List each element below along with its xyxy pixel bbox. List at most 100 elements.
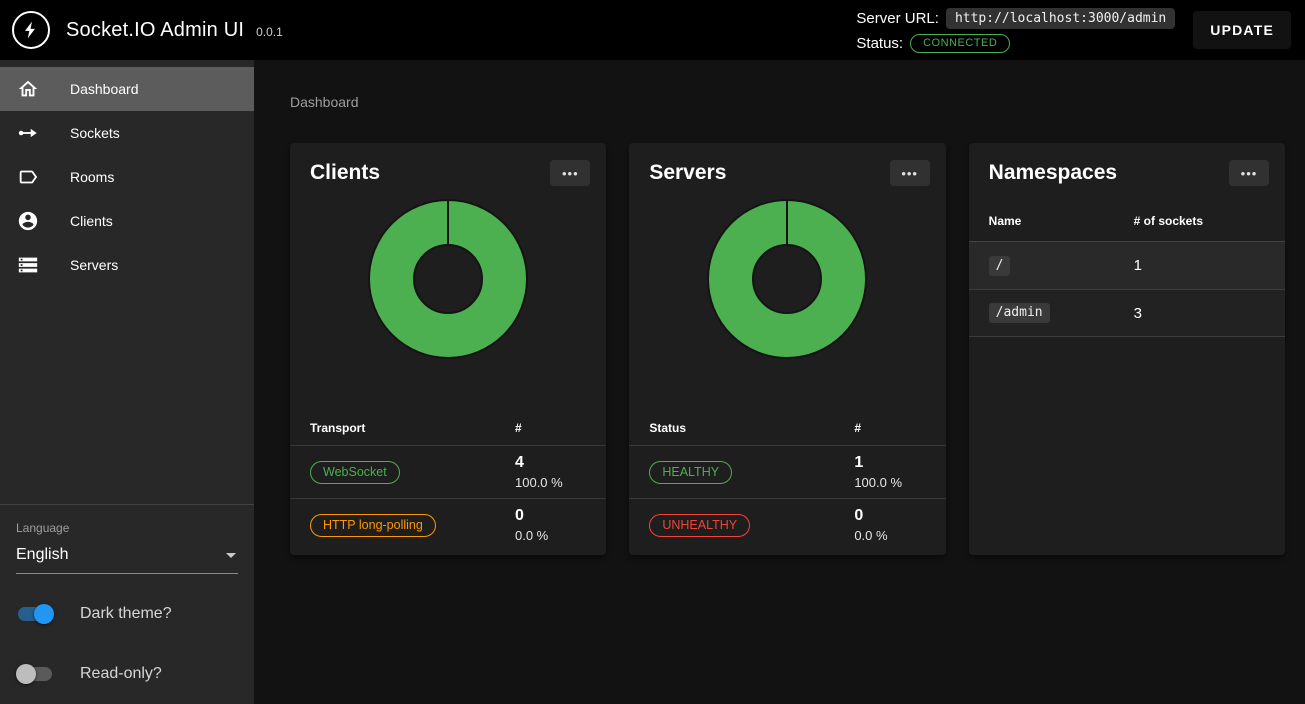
language-label: Language bbox=[16, 521, 238, 535]
servers-card-title: Servers bbox=[649, 161, 726, 185]
dark-theme-row: Dark theme? bbox=[16, 604, 238, 624]
breadcrumb: Dashboard bbox=[290, 94, 1285, 110]
clients-card-title: Clients bbox=[310, 161, 380, 185]
dashboard-cards: Clients ••• Transport # bbox=[290, 143, 1285, 555]
server-url-label: Server URL: bbox=[856, 10, 939, 27]
language-value: English bbox=[16, 546, 68, 564]
sockets-count: 3 bbox=[1134, 305, 1269, 322]
servers-card: Servers ••• Status # bbox=[629, 143, 945, 555]
namespace-chip: /admin bbox=[989, 303, 1050, 323]
donut-hole bbox=[752, 244, 822, 314]
clients-card-header: Clients ••• bbox=[290, 143, 606, 186]
column-header: Name bbox=[989, 214, 1134, 228]
more-horizontal-icon[interactable]: ••• bbox=[1229, 160, 1269, 186]
clients-donut-wrap bbox=[290, 199, 606, 359]
sockets-count: 1 bbox=[1134, 257, 1269, 274]
clients-table: Transport # WebSocket 4 100.0 % HTTP lon… bbox=[290, 413, 606, 555]
clients-table-header: Transport # bbox=[290, 413, 606, 445]
servers-card-header: Servers ••• bbox=[629, 143, 945, 186]
sidebar-item-sockets[interactable]: Sockets bbox=[0, 111, 254, 155]
table-row[interactable]: /admin 3 bbox=[969, 289, 1285, 337]
more-horizontal-icon[interactable]: ••• bbox=[890, 160, 930, 186]
read-only-row: Read-only? bbox=[16, 664, 238, 684]
sidebar-item-label: Rooms bbox=[70, 169, 114, 185]
namespaces-table-header: Name # of sockets bbox=[969, 204, 1285, 241]
toggle-thumb bbox=[34, 604, 54, 624]
table-row: HTTP long-polling 0 0.0 % bbox=[290, 498, 606, 551]
sidebar-item-label: Servers bbox=[70, 257, 118, 273]
column-header: Status bbox=[649, 421, 854, 435]
sidebar-item-label: Dashboard bbox=[70, 81, 139, 97]
count-value: 0 bbox=[515, 507, 590, 525]
healthy-badge: HEALTHY bbox=[649, 461, 732, 484]
websocket-badge: WebSocket bbox=[310, 461, 400, 484]
read-only-toggle[interactable] bbox=[16, 664, 54, 684]
arrow-right-icon bbox=[16, 121, 40, 145]
server-url-value: http://localhost:3000/admin bbox=[946, 8, 1175, 29]
socketio-logo-icon bbox=[12, 11, 50, 49]
dark-theme-label: Dark theme? bbox=[80, 605, 172, 623]
count-value: 4 bbox=[515, 454, 590, 472]
storage-icon bbox=[16, 253, 40, 277]
column-header: # bbox=[515, 421, 590, 435]
sidebar-item-servers[interactable]: Servers bbox=[0, 243, 254, 287]
tag-icon bbox=[16, 165, 40, 189]
http-long-polling-badge: HTTP long-polling bbox=[310, 514, 436, 537]
more-horizontal-icon[interactable]: ••• bbox=[550, 160, 590, 186]
namespaces-card: Namespaces ••• Name # of sockets / 1 bbox=[969, 143, 1285, 555]
percent-value: 100.0 % bbox=[515, 475, 590, 490]
namespaces-card-title: Namespaces bbox=[989, 161, 1117, 185]
status-label: Status: bbox=[856, 35, 903, 52]
percent-value: 0.0 % bbox=[854, 528, 929, 543]
status-badge: CONNECTED bbox=[910, 34, 1010, 53]
app-title: Socket.IO Admin UI bbox=[66, 19, 244, 42]
dark-theme-toggle[interactable] bbox=[16, 604, 54, 624]
table-row: UNHEALTHY 0 0.0 % bbox=[629, 498, 945, 551]
chevron-down-icon bbox=[226, 553, 236, 558]
unhealthy-badge: UNHEALTHY bbox=[649, 514, 750, 537]
sidebar-item-label: Sockets bbox=[70, 125, 120, 141]
namespaces-table: Name # of sockets / 1 /admin 3 bbox=[969, 204, 1285, 337]
socketio-admin-app: Socket.IO Admin UI 0.0.1 Server URL: htt… bbox=[0, 0, 1305, 704]
servers-donut-chart bbox=[707, 199, 867, 359]
language-select[interactable]: English bbox=[16, 539, 238, 574]
sidebar-item-dashboard[interactable]: Dashboard bbox=[0, 67, 254, 111]
sidebar-item-clients[interactable]: Clients bbox=[0, 199, 254, 243]
servers-table-header: Status # bbox=[629, 413, 945, 445]
read-only-label: Read-only? bbox=[80, 665, 162, 683]
count-value: 1 bbox=[854, 454, 929, 472]
column-header: # of sockets bbox=[1134, 214, 1269, 228]
column-header: Transport bbox=[310, 421, 515, 435]
table-row: HEALTHY 1 100.0 % bbox=[629, 445, 945, 498]
update-button[interactable]: UPDATE bbox=[1193, 11, 1291, 49]
servers-table: Status # HEALTHY 1 100.0 % UNHEALTHY bbox=[629, 413, 945, 555]
percent-value: 100.0 % bbox=[854, 475, 929, 490]
body-wrap: Dashboard Sockets Rooms Clients bbox=[0, 60, 1305, 704]
sidebar-settings: Language English Dark theme? bbox=[0, 504, 254, 704]
namespaces-card-header: Namespaces ••• bbox=[969, 143, 1285, 186]
column-header: # bbox=[854, 421, 929, 435]
clients-card: Clients ••• Transport # bbox=[290, 143, 606, 555]
sidebar-item-rooms[interactable]: Rooms bbox=[0, 155, 254, 199]
sidebar: Dashboard Sockets Rooms Clients bbox=[0, 60, 254, 704]
sidebar-item-label: Clients bbox=[70, 213, 113, 229]
home-icon bbox=[16, 77, 40, 101]
donut-hole bbox=[413, 244, 483, 314]
top-bar: Socket.IO Admin UI 0.0.1 Server URL: htt… bbox=[0, 0, 1305, 60]
table-row: WebSocket 4 100.0 % bbox=[290, 445, 606, 498]
server-url-row: Server URL: http://localhost:3000/admin bbox=[856, 8, 1175, 29]
status-row: Status: CONNECTED bbox=[856, 34, 1175, 53]
app-version: 0.0.1 bbox=[256, 25, 283, 39]
person-circle-icon bbox=[16, 209, 40, 233]
table-row[interactable]: / 1 bbox=[969, 241, 1285, 289]
donut-segment-divider bbox=[447, 201, 449, 246]
donut-segment-divider bbox=[786, 201, 788, 246]
namespace-chip: / bbox=[989, 256, 1011, 276]
percent-value: 0.0 % bbox=[515, 528, 590, 543]
servers-donut-wrap bbox=[629, 199, 945, 359]
connection-info: Server URL: http://localhost:3000/admin … bbox=[856, 8, 1175, 53]
main-content: Dashboard Clients ••• bbox=[254, 60, 1305, 704]
count-value: 0 bbox=[854, 507, 929, 525]
toggle-thumb bbox=[16, 664, 36, 684]
clients-donut-chart bbox=[368, 199, 528, 359]
